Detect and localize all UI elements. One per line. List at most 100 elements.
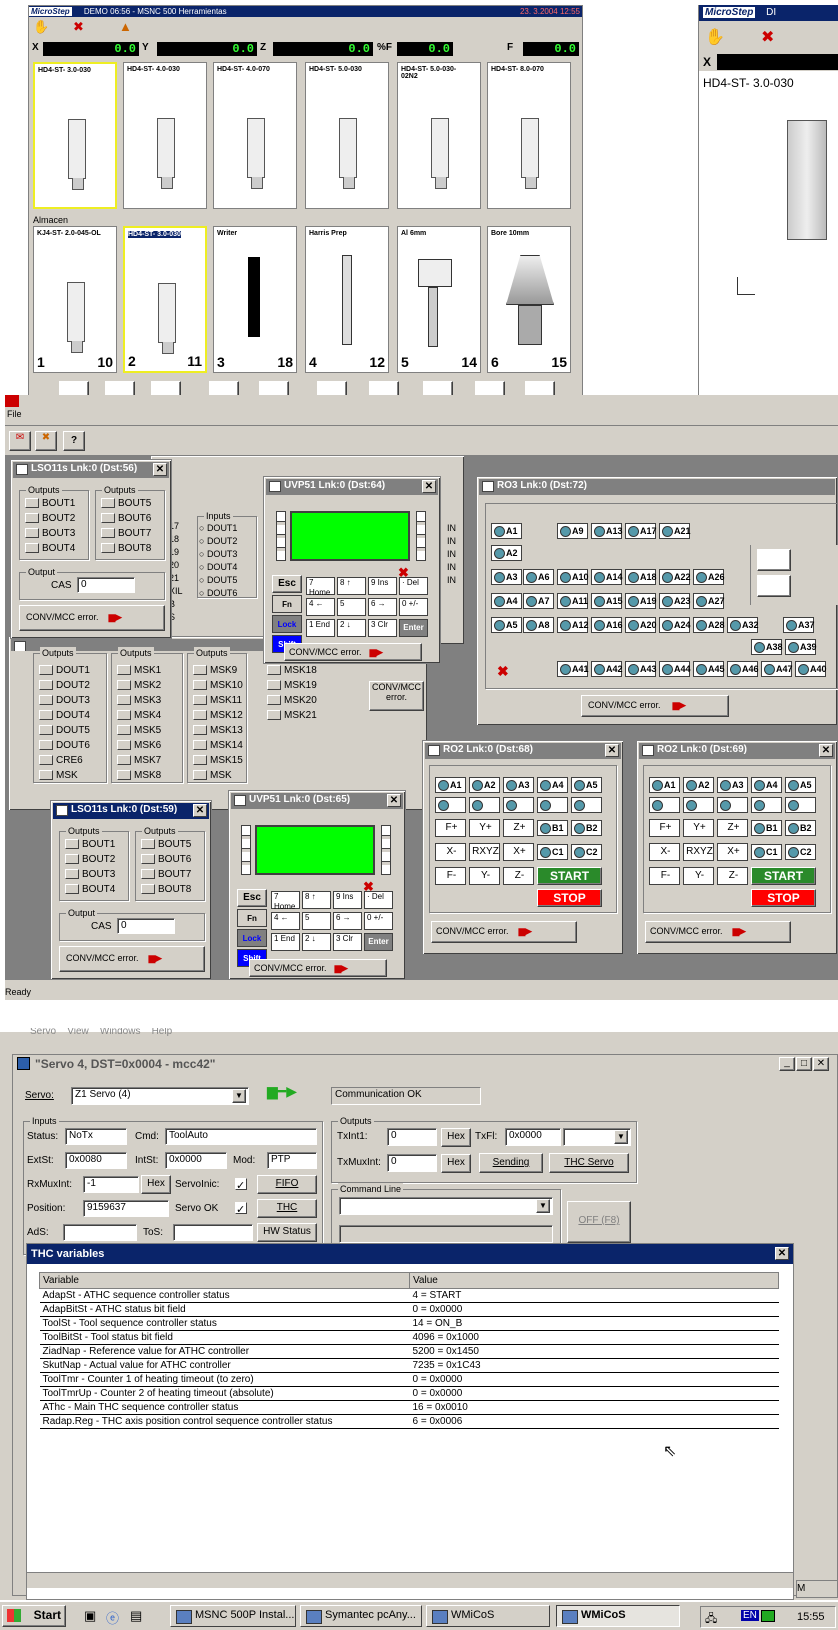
check-bout8[interactable]: BOUT8 <box>101 541 151 556</box>
check-bout3[interactable]: BOUT3 <box>25 526 75 541</box>
ro3-button[interactable]: A3 <box>491 569 522 585</box>
servoinic-checkbox[interactable]: ✓ <box>235 1178 247 1192</box>
ro2-blank[interactable] <box>435 797 466 813</box>
close-icon[interactable]: ✕ <box>422 480 436 493</box>
thc-row[interactable]: ToolSt - Tool sequence controller status… <box>39 1316 779 1331</box>
storage-tile[interactable]: Harris Prep 4 12 <box>305 226 389 373</box>
ro3-button[interactable]: A45 <box>693 661 725 677</box>
storage-tile[interactable]: KJ4-ST- 2.0-045-OL 1 10 <box>33 226 117 373</box>
ro2-a4[interactable]: A4 <box>537 777 568 793</box>
check-msk14[interactable]: MSK14 <box>193 738 243 753</box>
ro2-a3[interactable]: A3 <box>503 777 534 793</box>
check-dout1[interactable]: DOUT1 <box>39 663 90 678</box>
key-7[interactable]: 7 Home <box>306 577 335 597</box>
tool-tile[interactable]: HD4-ST- 8.0-070 <box>487 62 571 209</box>
cas-input[interactable]: 0 <box>77 577 135 593</box>
key-2[interactable]: 2 ↓ <box>302 933 331 951</box>
ro3-button[interactable]: A5 <box>491 617 522 633</box>
tool-tile[interactable]: HD4-ST- 4.0-030 <box>123 62 207 209</box>
ro2-b1[interactable]: B1 <box>537 820 568 836</box>
ro2-x-minus[interactable]: X- <box>435 843 466 861</box>
key-9[interactable]: 9 Ins <box>333 891 362 909</box>
ro2-a2[interactable]: A2 <box>683 777 714 793</box>
fkey-icon[interactable] <box>757 549 791 571</box>
quick-launch-ie-icon[interactable]: ⓔ <box>106 1608 119 1627</box>
check-bout2[interactable]: BOUT2 <box>25 511 75 526</box>
key-8[interactable]: 8 ↑ <box>302 891 331 909</box>
storage-tile[interactable]: Writer 3 18 <box>213 226 297 373</box>
check-msk8[interactable]: MSK8 <box>117 768 161 783</box>
cancel-x-icon[interactable]: ✖ <box>497 663 509 680</box>
check-dout6[interactable]: DOUT6 <box>39 738 90 753</box>
thc-row[interactable]: AdapBitSt - ATHC status bit field 0 = 0x0… <box>39 1302 779 1317</box>
conv-error-button[interactable]: CONV/MCC error. ▆▶ <box>59 946 205 972</box>
ro3-button[interactable]: A43 <box>625 661 657 677</box>
ro3-button[interactable]: A16 <box>591 617 623 633</box>
check-dout5[interactable]: DOUT5 <box>39 723 90 738</box>
check-msk15[interactable]: MSK15 <box>193 753 243 768</box>
ro3-button[interactable]: A11 <box>557 593 588 609</box>
check-msk19[interactable]: MSK19 <box>267 678 317 693</box>
tray-lang[interactable]: EN <box>741 1610 759 1621</box>
taskbar-item-wmicos-active[interactable]: WMiCoS <box>556 1605 680 1627</box>
ro2-c2[interactable]: C2 <box>571 844 602 860</box>
esc-key[interactable]: Esc <box>237 889 267 907</box>
check-msk9[interactable]: MSK9 <box>193 663 243 678</box>
check-bout5[interactable]: BOUT5 <box>141 837 191 852</box>
servo-select[interactable]: Z1 Servo (4) ▼ <box>71 1087 249 1105</box>
ro2-f-minus[interactable]: F- <box>649 867 680 885</box>
ro3-button[interactable]: A41 <box>557 661 589 677</box>
key-4[interactable]: 4 ← <box>271 912 300 930</box>
check-bout2[interactable]: BOUT2 <box>65 852 115 867</box>
rxmux-hex-button[interactable]: Hex <box>141 1175 171 1194</box>
radio-dout3[interactable]: ○ DOUT3 <box>199 548 237 561</box>
check-bout1[interactable]: BOUT1 <box>25 496 75 511</box>
storage-tile[interactable]: Bore 10mm 6 15 <box>487 226 571 373</box>
check-bout7[interactable]: BOUT7 <box>141 867 191 882</box>
fkey-icon[interactable] <box>757 575 791 597</box>
ro3-button[interactable]: A9 <box>557 523 588 539</box>
thc-servo-button[interactable]: THC Servo <box>549 1153 629 1173</box>
thc-row[interactable]: AdapSt - ATHC sequence controller status… <box>39 1288 779 1303</box>
key-7[interactable]: 7 Home <box>271 891 300 911</box>
check-cre6[interactable]: CRE6 <box>39 753 90 768</box>
ro2-b2[interactable]: B2 <box>785 820 816 836</box>
key-5[interactable]: 5 <box>302 912 331 930</box>
check-dout4[interactable]: DOUT4 <box>39 708 90 723</box>
close-icon[interactable]: ✕ <box>387 794 401 807</box>
check-msk10[interactable]: MSK10 <box>193 678 243 693</box>
menu-windows[interactable]: Windows <box>100 1028 141 1037</box>
sending-button[interactable]: Sending <box>479 1153 543 1173</box>
check-bout4[interactable]: BOUT4 <box>25 541 75 556</box>
check-msk13[interactable]: MSK13 <box>193 723 243 738</box>
ro3-button[interactable]: A7 <box>523 593 554 609</box>
check-bout3[interactable]: BOUT3 <box>65 867 115 882</box>
toolbar-button[interactable]: ✉ <box>9 431 31 451</box>
ro2-z-plus[interactable]: Z+ <box>717 819 748 837</box>
conv-error-button[interactable]: CONV/MCC error. ▆▶ <box>19 605 165 631</box>
hand-icon[interactable]: ✋ <box>705 27 725 47</box>
ro2-rxyz[interactable]: RXYZ <box>469 843 500 861</box>
servook-checkbox[interactable]: ✓ <box>235 1202 247 1216</box>
check-msk21[interactable]: MSK21 <box>267 708 317 723</box>
ro3-button[interactable]: A22 <box>659 569 691 585</box>
radio-dout1[interactable]: ○ DOUT1 <box>199 522 237 535</box>
conv-error-button[interactable]: CONV/MCC error. <box>369 681 424 711</box>
tray-network-icon[interactable]: 🖧 <box>705 1610 717 1629</box>
ro2-y-plus[interactable]: Y+ <box>683 819 714 837</box>
ro2-blank[interactable] <box>571 797 602 813</box>
thc-row[interactable]: SkutNap - Actual value for ATHC controll… <box>39 1358 779 1373</box>
ro2-c1[interactable]: C1 <box>537 844 568 860</box>
thc-scrollbar[interactable] <box>27 1572 793 1588</box>
close-icon[interactable]: ✕ <box>605 744 619 757</box>
tool-tile[interactable]: HD4-ST- 3.0-030 <box>33 62 117 209</box>
ro3-button[interactable]: A46 <box>727 661 759 677</box>
conv-error-button[interactable]: CONV/MCC error. ▆▶ <box>581 695 729 717</box>
ro2-y-minus[interactable]: Y- <box>469 867 500 885</box>
quick-launch-desktop-icon[interactable]: ▣ <box>84 1608 96 1624</box>
ro2-c1[interactable]: C1 <box>751 844 782 860</box>
ro3-button[interactable]: A20 <box>625 617 657 633</box>
ro2-z-minus[interactable]: Z- <box>503 867 534 885</box>
check-bout5[interactable]: BOUT5 <box>101 496 151 511</box>
check-bout1[interactable]: BOUT1 <box>65 837 115 852</box>
